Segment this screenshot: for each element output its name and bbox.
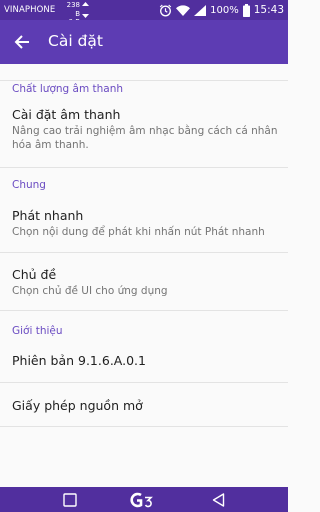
data-arrows-icon [82,2,89,18]
setting-title: Phát nhanh [12,208,84,223]
setting-title: Cài đặt âm thanh [12,107,121,122]
setting-description: Chọn chủ đề UI cho ứng dụng [12,285,168,297]
divider [0,167,288,168]
divider [0,382,288,383]
home-button[interactable] [128,487,160,512]
navigation-bar [0,487,288,512]
page-title: Cài đặt [48,32,103,50]
setting-title: Chủ đề [12,267,57,282]
divider [0,310,288,311]
section-header-sound-quality: Chất lượng âm thanh [12,83,124,95]
setting-description: Chọn nội dung để phát khi nhấn nút Phát … [12,226,265,238]
setting-title: Phiên bản 9.1.6.A.0.1 [12,353,146,368]
carrier-name: VINAPHONE [4,5,56,15]
battery-percent: 100% [210,4,239,16]
clock: 15:43 [253,4,284,16]
section-header-about: Giới thiệu [12,325,63,337]
setting-description: Nâng cao trải nghiệm âm nhạc bằng cách c… [12,125,278,151]
setting-title: Giấy phép nguồn mở [12,398,143,413]
back-triangle-icon [212,492,224,507]
net-up-value: 238 B [66,1,80,18]
recent-apps-button[interactable] [58,487,82,512]
wifi-icon [176,4,191,16]
divider [0,426,288,427]
recent-apps-icon [63,492,77,507]
section-header-general: Chung [12,179,46,191]
battery-icon [242,3,250,17]
back-arrow-icon [14,35,29,49]
app-bar: Cài đặt [0,20,288,64]
home-g3-icon [130,492,153,507]
divider [0,252,288,253]
signal-icon [194,4,207,16]
settings-list: Chất lượng âm thanh Cài đặt âm thanh Nân… [0,64,288,487]
alarm-icon [159,4,172,16]
status-bar: VINAPHONE 238 B 0 B 100% 15:43 [0,0,288,26]
divider [0,80,288,81]
back-nav-button[interactable] [206,487,230,512]
back-button[interactable] [10,30,34,54]
